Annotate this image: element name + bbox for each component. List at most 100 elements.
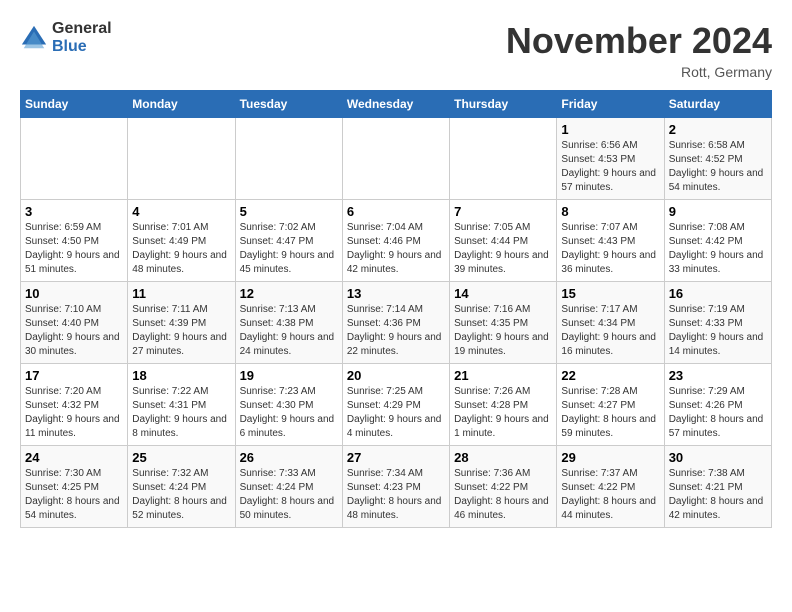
day-info: Sunrise: 6:58 AM Sunset: 4:52 PM Dayligh… (669, 139, 767, 195)
calendar-cell: 4 Sunrise: 7:01 AM Sunset: 4:49 PM Daylig… (128, 200, 235, 282)
calendar-cell: 6Sunrise: 7:04 AM Sunset: 4:46 PM Daylig… (342, 200, 449, 282)
calendar-cell: 5Sunrise: 7:02 AM Sunset: 4:47 PM Daylig… (235, 200, 342, 282)
calendar-week-3: 17 Sunrise: 7:20 AM Sunset: 4:32 PM Dayli… (21, 364, 772, 446)
calendar-cell (450, 118, 557, 200)
calendar-cell: 3 Sunrise: 6:59 AM Sunset: 4:50 PM Daylig… (21, 200, 128, 282)
col-monday: Monday (128, 91, 235, 118)
col-thursday: Thursday (450, 91, 557, 118)
day-info: Sunrise: 7:16 AM Sunset: 4:35 PM Dayligh… (454, 303, 552, 359)
logo-text: General Blue (52, 20, 112, 55)
day-info: Sunrise: 7:28 AM Sunset: 4:27 PM Dayligh… (561, 385, 659, 441)
day-info: Sunrise: 7:29 AM Sunset: 4:26 PM Dayligh… (669, 385, 767, 441)
day-number: 30 (669, 450, 767, 465)
day-number: 1 (561, 122, 659, 137)
day-number: 29 (561, 450, 659, 465)
logo: General Blue (20, 20, 112, 55)
calendar-week-1: 3 Sunrise: 6:59 AM Sunset: 4:50 PM Daylig… (21, 200, 772, 282)
day-info: Sunrise: 7:37 AM Sunset: 4:22 PM Dayligh… (561, 467, 659, 523)
calendar-cell (235, 118, 342, 200)
calendar-cell: 1Sunrise: 6:56 AM Sunset: 4:53 PM Daylig… (557, 118, 664, 200)
day-info: Sunrise: 7:32 AM Sunset: 4:24 PM Dayligh… (132, 467, 230, 523)
day-number: 15 (561, 286, 659, 301)
day-number: 18 (132, 368, 230, 383)
day-info: Sunrise: 7:19 AM Sunset: 4:33 PM Dayligh… (669, 303, 767, 359)
day-info: Sunrise: 7:10 AM Sunset: 4:40 PM Dayligh… (25, 303, 123, 359)
day-number: 4 (132, 204, 230, 219)
day-info: Sunrise: 7:23 AM Sunset: 4:30 PM Dayligh… (240, 385, 338, 441)
calendar-cell (21, 118, 128, 200)
calendar-table: Sunday Monday Tuesday Wednesday Thursday… (20, 90, 772, 528)
day-number: 11 (132, 286, 230, 301)
calendar-cell: 15 Sunrise: 7:17 AM Sunset: 4:34 PM Dayli… (557, 282, 664, 364)
day-info: Sunrise: 7:38 AM Sunset: 4:21 PM Dayligh… (669, 467, 767, 523)
day-number: 25 (132, 450, 230, 465)
calendar-cell: 14 Sunrise: 7:16 AM Sunset: 4:35 PM Dayli… (450, 282, 557, 364)
day-info: Sunrise: 6:59 AM Sunset: 4:50 PM Dayligh… (25, 221, 123, 277)
day-number: 21 (454, 368, 552, 383)
calendar-cell: 7Sunrise: 7:05 AM Sunset: 4:44 PM Daylig… (450, 200, 557, 282)
day-number: 17 (25, 368, 123, 383)
calendar-cell: 10 Sunrise: 7:10 AM Sunset: 4:40 PM Dayli… (21, 282, 128, 364)
col-wednesday: Wednesday (342, 91, 449, 118)
calendar-cell: 16 Sunrise: 7:19 AM Sunset: 4:33 PM Dayli… (664, 282, 771, 364)
day-info: Sunrise: 7:02 AM Sunset: 4:47 PM Dayligh… (240, 221, 338, 277)
day-number: 23 (669, 368, 767, 383)
calendar-cell: 17 Sunrise: 7:20 AM Sunset: 4:32 PM Dayli… (21, 364, 128, 446)
day-number: 10 (25, 286, 123, 301)
calendar-cell: 26 Sunrise: 7:33 AM Sunset: 4:24 PM Dayli… (235, 446, 342, 528)
day-info: Sunrise: 7:22 AM Sunset: 4:31 PM Dayligh… (132, 385, 230, 441)
logo-icon (20, 24, 48, 52)
calendar-cell: 12 Sunrise: 7:13 AM Sunset: 4:38 PM Dayli… (235, 282, 342, 364)
day-info: Sunrise: 7:36 AM Sunset: 4:22 PM Dayligh… (454, 467, 552, 523)
day-info: Sunrise: 7:26 AM Sunset: 4:28 PM Dayligh… (454, 385, 552, 441)
col-friday: Friday (557, 91, 664, 118)
calendar-cell: 23 Sunrise: 7:29 AM Sunset: 4:26 PM Dayli… (664, 364, 771, 446)
day-number: 2 (669, 122, 767, 137)
calendar-cell: 13Sunrise: 7:14 AM Sunset: 4:36 PM Dayli… (342, 282, 449, 364)
day-info: Sunrise: 7:13 AM Sunset: 4:38 PM Dayligh… (240, 303, 338, 359)
calendar-body: 1Sunrise: 6:56 AM Sunset: 4:53 PM Daylig… (21, 118, 772, 528)
day-number: 27 (347, 450, 445, 465)
day-number: 28 (454, 450, 552, 465)
day-number: 3 (25, 204, 123, 219)
day-number: 20 (347, 368, 445, 383)
calendar-cell: 29 Sunrise: 7:37 AM Sunset: 4:22 PM Dayli… (557, 446, 664, 528)
calendar-cell: 28 Sunrise: 7:36 AM Sunset: 4:22 PM Dayli… (450, 446, 557, 528)
day-number: 14 (454, 286, 552, 301)
calendar-cell: 8 Sunrise: 7:07 AM Sunset: 4:43 PM Daylig… (557, 200, 664, 282)
day-number: 26 (240, 450, 338, 465)
day-info: Sunrise: 7:25 AM Sunset: 4:29 PM Dayligh… (347, 385, 445, 441)
page-header: General Blue November 2024 Rott, Germany (20, 20, 772, 80)
day-info: Sunrise: 7:20 AM Sunset: 4:32 PM Dayligh… (25, 385, 123, 441)
calendar-header: Sunday Monday Tuesday Wednesday Thursday… (21, 91, 772, 118)
day-info: Sunrise: 7:30 AM Sunset: 4:25 PM Dayligh… (25, 467, 123, 523)
day-info: Sunrise: 7:01 AM Sunset: 4:49 PM Dayligh… (132, 221, 230, 277)
calendar-cell: 21 Sunrise: 7:26 AM Sunset: 4:28 PM Dayli… (450, 364, 557, 446)
day-number: 24 (25, 450, 123, 465)
calendar-cell: 22 Sunrise: 7:28 AM Sunset: 4:27 PM Dayli… (557, 364, 664, 446)
day-number: 13 (347, 286, 445, 301)
header-row: Sunday Monday Tuesday Wednesday Thursday… (21, 91, 772, 118)
day-info: Sunrise: 7:11 AM Sunset: 4:39 PM Dayligh… (132, 303, 230, 359)
day-number: 19 (240, 368, 338, 383)
month-title: November 2024 (506, 20, 772, 62)
day-number: 12 (240, 286, 338, 301)
day-number: 16 (669, 286, 767, 301)
day-info: Sunrise: 7:33 AM Sunset: 4:24 PM Dayligh… (240, 467, 338, 523)
day-number: 8 (561, 204, 659, 219)
calendar-cell: 25 Sunrise: 7:32 AM Sunset: 4:24 PM Dayli… (128, 446, 235, 528)
calendar-week-2: 10 Sunrise: 7:10 AM Sunset: 4:40 PM Dayli… (21, 282, 772, 364)
logo-blue: Blue (52, 38, 112, 56)
day-info: Sunrise: 7:04 AM Sunset: 4:46 PM Dayligh… (347, 221, 445, 277)
day-info: Sunrise: 7:17 AM Sunset: 4:34 PM Dayligh… (561, 303, 659, 359)
col-tuesday: Tuesday (235, 91, 342, 118)
day-number: 22 (561, 368, 659, 383)
day-info: Sunrise: 7:07 AM Sunset: 4:43 PM Dayligh… (561, 221, 659, 277)
day-number: 7 (454, 204, 552, 219)
calendar-week-0: 1Sunrise: 6:56 AM Sunset: 4:53 PM Daylig… (21, 118, 772, 200)
day-number: 9 (669, 204, 767, 219)
calendar-cell: 11 Sunrise: 7:11 AM Sunset: 4:39 PM Dayli… (128, 282, 235, 364)
day-info: Sunrise: 7:08 AM Sunset: 4:42 PM Dayligh… (669, 221, 767, 277)
col-saturday: Saturday (664, 91, 771, 118)
calendar-cell: 9 Sunrise: 7:08 AM Sunset: 4:42 PM Daylig… (664, 200, 771, 282)
